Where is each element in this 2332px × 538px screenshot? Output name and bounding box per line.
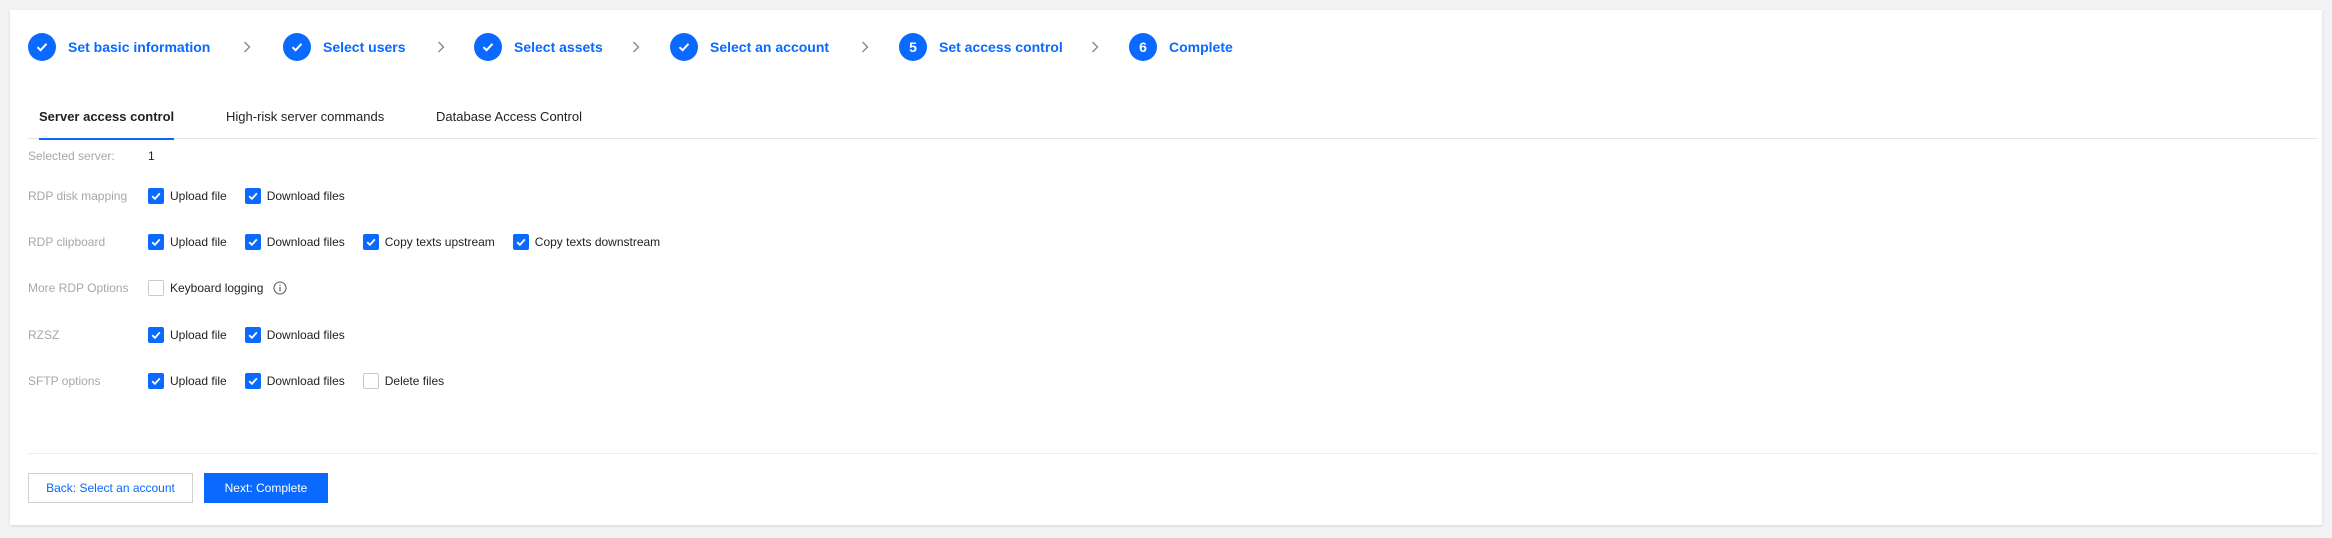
divider xyxy=(28,453,2318,454)
checkbox-checked-icon[interactable] xyxy=(148,188,164,204)
field-label: More RDP Options xyxy=(28,281,129,295)
checkbox-checked-icon[interactable] xyxy=(244,373,261,389)
rdp-disk-mapping-row: RDP disk mapping Upload file Download fi… xyxy=(28,186,363,206)
step-label: Set access control xyxy=(939,39,1063,55)
field-label: RDP disk mapping xyxy=(28,189,128,203)
selected-server-count: 1 xyxy=(148,149,155,163)
check-icon xyxy=(474,33,502,61)
checkbox-checked-icon[interactable] xyxy=(148,234,164,250)
step-complete[interactable]: 6 Complete xyxy=(1129,32,1233,62)
sftp-upload-checkbox[interactable]: Upload file xyxy=(148,373,227,389)
field-label: Selected server: xyxy=(28,149,115,163)
option-label: Keyboard logging xyxy=(170,281,264,295)
tab-server-access-control[interactable]: Server access control xyxy=(39,106,175,140)
keyboard-logging-checkbox[interactable]: Keyboard logging xyxy=(148,280,263,296)
rzsz-row: RZSZ Upload file Download files xyxy=(28,325,363,345)
step-select-assets[interactable]: Select assets xyxy=(474,32,603,62)
field-label: SFTP options xyxy=(28,374,101,388)
selected-server-row: Selected server: 1 xyxy=(28,146,155,166)
checkbox-unchecked-icon[interactable] xyxy=(148,280,164,296)
chevron-right-icon xyxy=(630,37,642,57)
tab-high-risk-server-commands[interactable]: High-risk server commands xyxy=(226,106,384,139)
step-number: 6 xyxy=(1129,33,1157,61)
back-button[interactable]: Back: Select an account xyxy=(28,473,193,503)
step-label: Select assets xyxy=(514,39,603,55)
rdp-clipboard-row: RDP clipboard Upload file Download files… xyxy=(28,232,678,252)
sftp-download-checkbox[interactable]: Download files xyxy=(244,373,345,389)
step-select-an-account[interactable]: Select an account xyxy=(670,32,829,62)
checkbox-checked-icon[interactable] xyxy=(512,234,529,250)
check-icon xyxy=(28,33,56,61)
field-label: RZSZ xyxy=(28,328,60,342)
option-label: Delete files xyxy=(384,374,445,388)
option-label: Download files xyxy=(266,189,345,203)
next-button[interactable]: Next: Complete xyxy=(204,473,328,503)
sftp-options-row: SFTP options Upload file Download files … xyxy=(28,371,462,391)
sftp-delete-checkbox[interactable]: Delete files xyxy=(362,373,445,389)
field-label: RDP clipboard xyxy=(28,235,106,249)
chevron-right-icon xyxy=(241,37,253,57)
option-label: Upload file xyxy=(170,235,227,249)
rdp-clipboard-copy-upstream-checkbox[interactable]: Copy texts upstream xyxy=(362,234,495,250)
more-rdp-options-row: More RDP Options Keyboard logging xyxy=(28,278,287,298)
rdp-clipboard-copy-downstream-checkbox[interactable]: Copy texts downstream xyxy=(512,234,661,250)
check-icon xyxy=(670,33,698,61)
info-icon[interactable] xyxy=(273,281,287,295)
access-control-card: Set basic information Select users Selec… xyxy=(10,10,2322,525)
chevron-right-icon xyxy=(1089,37,1101,57)
step-label: Select users xyxy=(323,39,406,55)
checkbox-checked-icon[interactable] xyxy=(244,188,261,204)
tab-database-access-control[interactable]: Database Access Control xyxy=(436,106,582,139)
option-label: Download files xyxy=(266,235,345,249)
step-set-basic-information[interactable]: Set basic information xyxy=(28,32,210,62)
rdp-clipboard-download-checkbox[interactable]: Download files xyxy=(244,234,345,250)
option-label: Copy texts upstream xyxy=(384,235,495,249)
checkbox-unchecked-icon[interactable] xyxy=(362,373,379,389)
rdp-disk-download-checkbox[interactable]: Download files xyxy=(244,188,345,204)
checkbox-checked-icon[interactable] xyxy=(148,373,164,389)
rdp-clipboard-upload-checkbox[interactable]: Upload file xyxy=(148,234,227,250)
step-label: Set basic information xyxy=(68,39,211,55)
rzsz-download-checkbox[interactable]: Download files xyxy=(244,327,345,343)
check-icon xyxy=(283,33,311,61)
option-label: Upload file xyxy=(170,328,227,342)
step-select-users[interactable]: Select users xyxy=(283,32,406,62)
step-label: Complete xyxy=(1169,39,1233,55)
step-label: Select an account xyxy=(710,39,830,55)
step-number: 5 xyxy=(899,33,927,61)
option-label: Download files xyxy=(266,328,345,342)
chevron-right-icon xyxy=(435,37,447,57)
option-label: Copy texts downstream xyxy=(534,235,661,249)
rdp-disk-upload-checkbox[interactable]: Upload file xyxy=(148,188,227,204)
checkbox-checked-icon[interactable] xyxy=(244,234,261,250)
checkbox-checked-icon[interactable] xyxy=(244,327,261,343)
option-label: Download files xyxy=(266,374,345,388)
step-set-access-control[interactable]: 5 Set access control xyxy=(899,32,1063,62)
checkbox-checked-icon[interactable] xyxy=(362,234,379,250)
option-label: Upload file xyxy=(170,189,227,203)
rzsz-upload-checkbox[interactable]: Upload file xyxy=(148,327,227,343)
tab-bar: Server access control High-risk server c… xyxy=(28,106,2318,140)
chevron-right-icon xyxy=(859,37,871,57)
option-label: Upload file xyxy=(170,374,227,388)
checkbox-checked-icon[interactable] xyxy=(148,327,164,343)
step-progress: Set basic information Select users Selec… xyxy=(10,10,2322,80)
